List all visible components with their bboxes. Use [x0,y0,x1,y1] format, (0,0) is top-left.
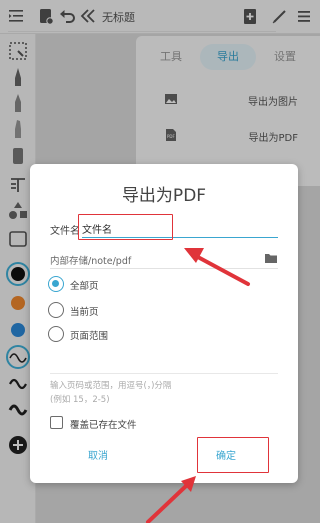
radio-page-range[interactable] [48,326,64,342]
folder-icon[interactable] [264,252,278,264]
radio-current-page-label: 当前页 [70,307,99,318]
path-underline [50,268,278,269]
filename-highlight-box [78,214,173,240]
overwrite-checkbox[interactable] [50,416,63,429]
confirm-highlight-box [197,437,269,473]
radio-page-range-label: 页面范围 [70,331,109,342]
cancel-button[interactable]: 取消 [48,444,148,470]
save-path[interactable]: 内部存储/note/pdf [50,253,131,267]
range-hint-line2: (例如 15，2-5) [50,395,110,405]
radio-all-pages[interactable] [48,276,64,292]
radio-current-page[interactable] [48,302,64,318]
dialog-title: 导出为PDF [121,186,207,206]
range-hint-line1: 输入页码或范围，用逗号(，)分隔 [50,381,172,391]
export-pdf-dialog: 导出为PDF 文件名 内部存储/note/pdf 全部页 当前页 页面范围 输入… [30,164,298,483]
filename-label: 文件名 [50,226,80,237]
overwrite-label: 覆盖已存在文件 [70,420,137,431]
radio-all-pages-label: 全部页 [70,281,99,292]
page-range-input[interactable] [50,373,278,374]
